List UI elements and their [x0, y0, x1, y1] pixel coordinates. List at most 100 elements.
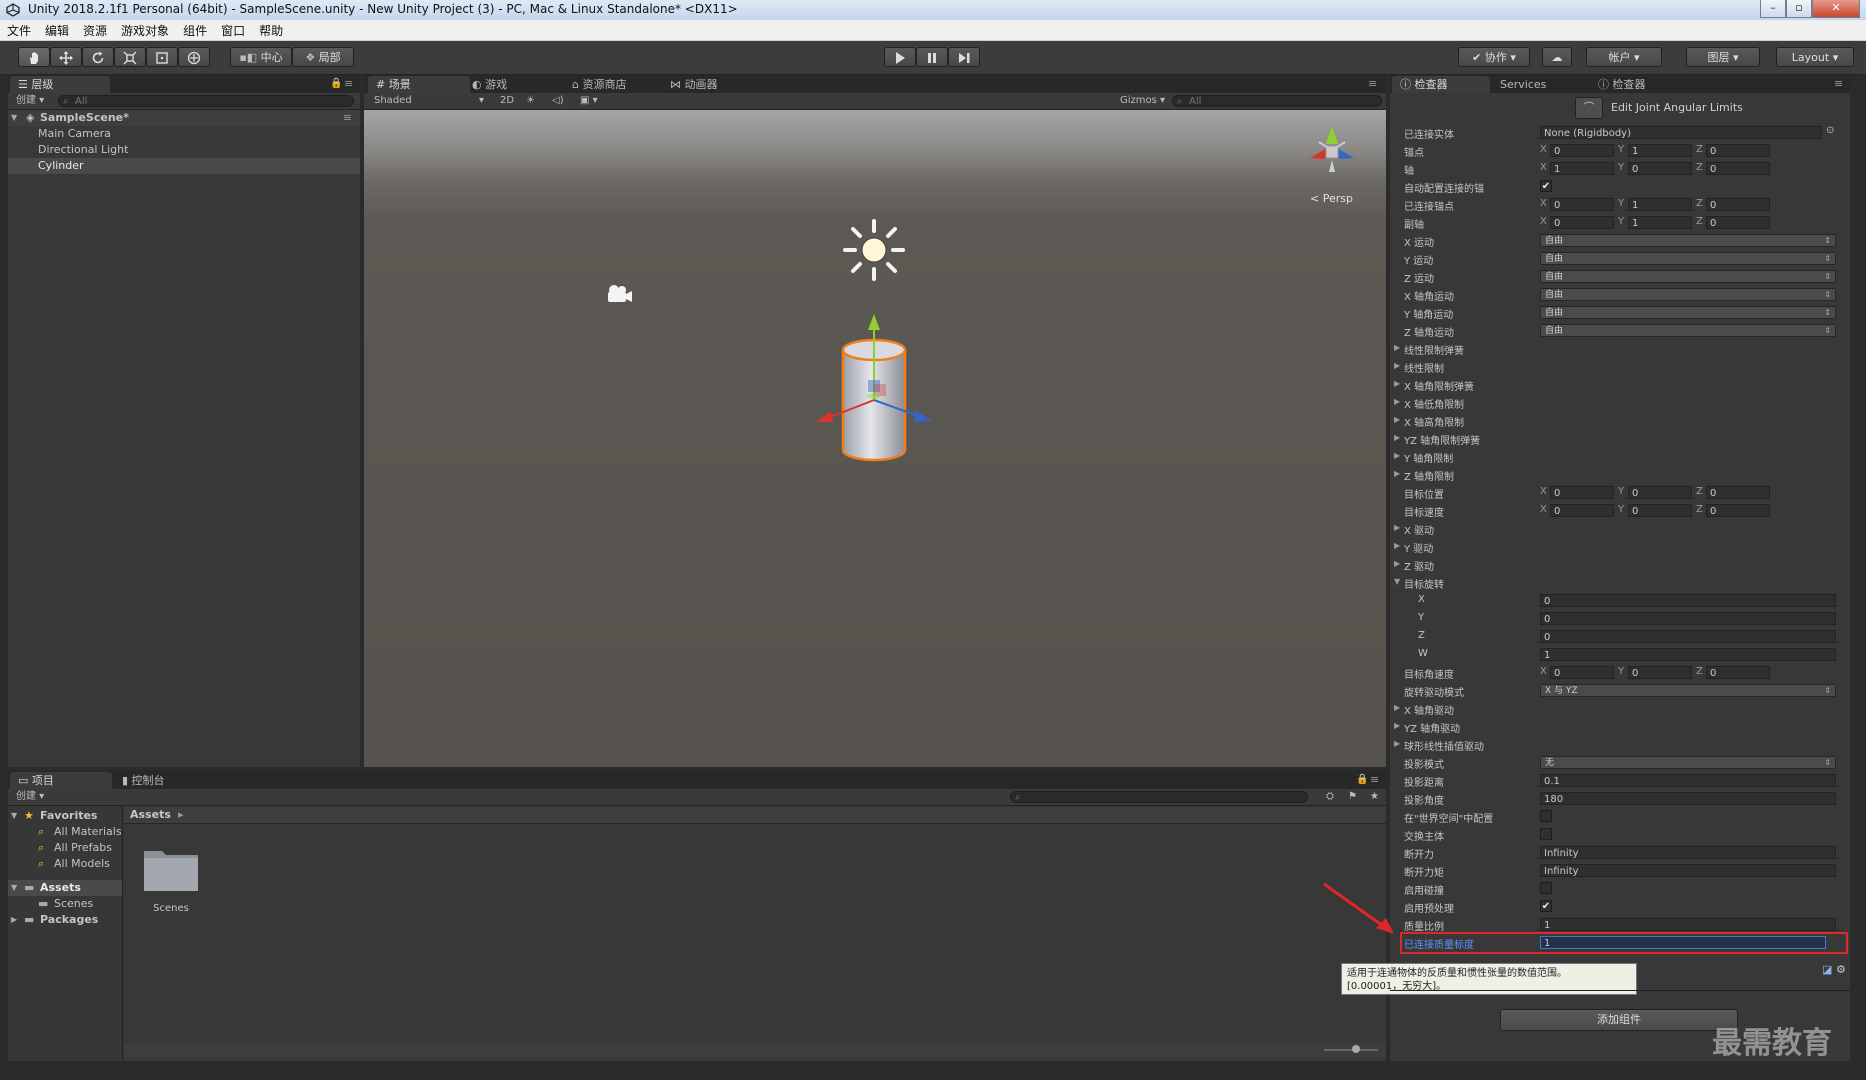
property-field[interactable]: 1: [1540, 648, 1836, 661]
gizmos-dropdown[interactable]: Gizmos ▾: [1120, 94, 1165, 108]
property-label[interactable]: Y 轴角限制: [1404, 450, 1453, 465]
property-field[interactable]: Infinity: [1540, 846, 1836, 859]
project-search-input[interactable]: ⌕: [1010, 791, 1308, 803]
play-button[interactable]: [884, 47, 916, 67]
property-dropdown[interactable]: X 与 YZ: [1540, 684, 1836, 697]
orientation-gizmo[interactable]: [1294, 118, 1370, 178]
create-dropdown[interactable]: 创建 ▾: [16, 790, 44, 804]
vector-x-field[interactable]: 0: [1550, 486, 1614, 499]
vector-z-field[interactable]: 0: [1706, 486, 1770, 499]
shading-dropdown[interactable]: Shaded ▾: [374, 94, 484, 108]
tab-inspector[interactable]: ⓘ 检查器: [1392, 76, 1490, 93]
property-checkbox[interactable]: [1540, 828, 1552, 840]
favorite-item[interactable]: ⌕ All Models: [8, 856, 122, 872]
fold-closed-icon[interactable]: ▶: [1394, 541, 1400, 550]
scene-search-input[interactable]: ⌕ All: [1172, 95, 1382, 107]
fold-open-icon[interactable]: ▼: [11, 110, 17, 126]
minimize-button[interactable]: –: [1760, 0, 1786, 18]
folder-tile[interactable]: Scenes: [142, 845, 212, 915]
property-field[interactable]: Infinity: [1540, 864, 1836, 877]
component-help-icon[interactable]: ◪: [1822, 963, 1832, 976]
add-component-button[interactable]: 添加组件: [1500, 1009, 1738, 1031]
property-checkbox[interactable]: [1540, 810, 1552, 822]
property-dropdown[interactable]: 自由: [1540, 306, 1836, 319]
property-label[interactable]: X 驱动: [1404, 522, 1434, 537]
fold-closed-icon[interactable]: ▶: [1394, 361, 1400, 370]
property-dropdown[interactable]: 无: [1540, 756, 1836, 769]
projection-label[interactable]: < Persp: [1310, 192, 1353, 205]
cylinder-object[interactable]: [804, 310, 944, 490]
tab-asset-store[interactable]: ⌂ 资源商店: [564, 76, 634, 93]
property-dropdown[interactable]: 自由: [1540, 270, 1836, 283]
vector-y-field[interactable]: 1: [1628, 198, 1692, 211]
vector-x-field[interactable]: 0: [1550, 144, 1614, 157]
hierarchy-item[interactable]: Main Camera: [8, 126, 360, 142]
property-checkbox[interactable]: ✔: [1540, 180, 1552, 192]
tab-game[interactable]: ◐ 游戏: [464, 76, 515, 93]
lock-icon[interactable]: 🔒: [330, 78, 342, 89]
tab-inspector-2[interactable]: ⓘ 检查器: [1590, 76, 1654, 93]
fold-closed-icon[interactable]: ▶: [1394, 433, 1400, 442]
fold-closed-icon[interactable]: ▶: [1394, 739, 1400, 748]
tab-console[interactable]: ▮ 控制台: [114, 772, 173, 789]
component-settings-icon[interactable]: ⚙: [1836, 963, 1846, 976]
rotate-tool-button[interactable]: [82, 47, 114, 67]
fold-closed-icon[interactable]: ▶: [1394, 397, 1400, 406]
slider-thumb[interactable]: [1352, 1045, 1360, 1053]
property-label[interactable]: YZ 轴角限制弹簧: [1404, 432, 1480, 447]
property-checkbox[interactable]: ✔: [1540, 900, 1552, 912]
property-label[interactable]: YZ 轴角驱动: [1404, 720, 1460, 735]
step-button[interactable]: [948, 47, 980, 67]
icon-size-slider[interactable]: [1324, 1049, 1378, 1051]
property-field[interactable]: 0.1: [1540, 774, 1836, 787]
vector-z-field[interactable]: 0: [1706, 162, 1770, 175]
close-button[interactable]: ✕: [1812, 0, 1860, 18]
vector-y-field[interactable]: 0: [1628, 486, 1692, 499]
fold-closed-icon[interactable]: ▶: [1394, 721, 1400, 730]
pause-button[interactable]: [916, 47, 948, 67]
scene-menu-icon[interactable]: ≡: [343, 110, 352, 126]
vector-x-field[interactable]: 0: [1550, 216, 1614, 229]
panel-menu-icon[interactable]: ≡: [1834, 77, 1843, 90]
fold-closed-icon[interactable]: ▶: [1394, 379, 1400, 388]
object-picker-icon[interactable]: ⊙: [1826, 125, 1834, 136]
scene-row[interactable]: ▼ ◈ SampleScene* ≡: [8, 110, 360, 126]
fold-closed-icon[interactable]: ▶: [1394, 703, 1400, 712]
property-label[interactable]: X 轴高角限制: [1404, 414, 1464, 429]
folder-item[interactable]: ▬ Scenes: [8, 896, 122, 912]
hierarchy-item[interactable]: Directional Light: [8, 142, 360, 158]
lock-icon[interactable]: 🔒: [1356, 774, 1368, 785]
fold-open-icon[interactable]: ▼: [1394, 577, 1400, 586]
create-dropdown[interactable]: 创建 ▾: [16, 94, 44, 108]
property-label[interactable]: 目标旋转: [1404, 576, 1444, 591]
filter-label-icon[interactable]: ⚑: [1348, 790, 1357, 804]
menu-assets[interactable]: 资源: [76, 20, 114, 39]
property-label[interactable]: X 轴角驱动: [1404, 702, 1454, 717]
packages-row[interactable]: ▶ ▬ Packages: [8, 912, 122, 928]
menu-window[interactable]: 窗口: [214, 20, 252, 39]
directional-light-icon[interactable]: [842, 218, 906, 282]
vector-z-field[interactable]: 0: [1706, 504, 1770, 517]
favorites-row[interactable]: ▼ ★ Favorites: [8, 808, 122, 824]
hand-tool-button[interactable]: [18, 47, 50, 67]
property-field[interactable]: 0: [1540, 594, 1836, 607]
property-checkbox[interactable]: [1540, 882, 1552, 894]
vector-y-field[interactable]: 0: [1628, 504, 1692, 517]
maximize-button[interactable]: ▫: [1786, 0, 1812, 18]
favorite-item[interactable]: ⌕ All Materials: [8, 824, 122, 840]
vector-x-field[interactable]: 1: [1550, 162, 1614, 175]
property-field[interactable]: 0: [1540, 612, 1836, 625]
vector-x-field[interactable]: 0: [1550, 504, 1614, 517]
hierarchy-item-selected[interactable]: Cylinder: [8, 158, 360, 174]
filter-type-icon[interactable]: ⛭: [1326, 790, 1334, 804]
tab-animator[interactable]: ⋈ 动画器: [662, 76, 726, 93]
tab-scene[interactable]: # 场景: [368, 76, 470, 93]
fold-closed-icon[interactable]: ▶: [1394, 343, 1400, 352]
vector-y-field[interactable]: 1: [1628, 144, 1692, 157]
vector-y-field[interactable]: 1: [1628, 216, 1692, 229]
vector-y-field[interactable]: 0: [1628, 162, 1692, 175]
property-label[interactable]: 球形线性插值驱动: [1404, 738, 1484, 753]
2d-toggle[interactable]: 2D: [500, 94, 514, 108]
panel-menu-icon[interactable]: ≡: [1368, 77, 1377, 90]
property-dropdown[interactable]: 自由: [1540, 252, 1836, 265]
